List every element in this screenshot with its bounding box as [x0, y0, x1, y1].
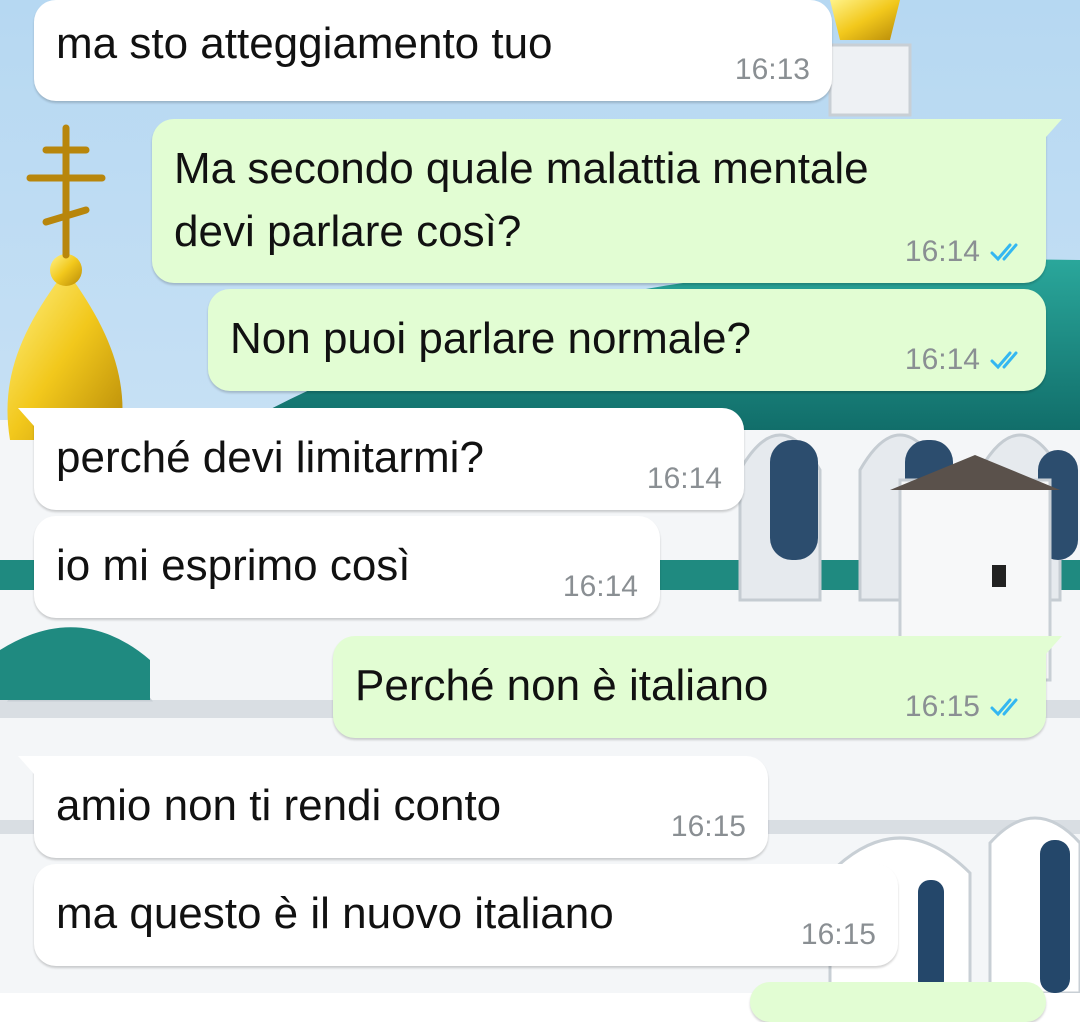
- message-incoming[interactable]: perché devi limitarmi? 16:14: [18, 408, 744, 510]
- message-time: 16:14: [904, 235, 980, 268]
- chat-thread[interactable]: ma sto atteggiamento tuo 16:13 Ma second…: [0, 0, 1080, 1022]
- double-check-icon: [990, 698, 1018, 717]
- message-time: 16:15: [670, 810, 746, 843]
- message-incoming[interactable]: io mi esprimo così 16:14: [34, 516, 660, 618]
- message-meta: 16:14: [647, 462, 722, 496]
- message-outgoing[interactable]: Non puoi parlare normale? 16:14: [208, 289, 1046, 391]
- message-incoming[interactable]: ma sto atteggiamento tuo 16:13: [34, 0, 832, 101]
- message-meta: 16:15: [905, 690, 1024, 724]
- message-time: 16:15: [800, 918, 876, 951]
- message-outgoing-partial[interactable]: [750, 982, 1046, 1022]
- message-text: Ma secondo quale malattia mentale devi p…: [174, 144, 869, 256]
- message-meta: 16:15: [801, 918, 876, 952]
- message-text: ma questo è il nuovo italiano: [56, 889, 614, 938]
- message-text: ma sto atteggiamento tuo: [56, 19, 553, 68]
- message-time: 16:14: [646, 462, 722, 495]
- message-meta: 16:14: [563, 570, 638, 604]
- message-meta: 16:15: [671, 810, 746, 844]
- double-check-icon: [990, 351, 1018, 370]
- message-time: 16:14: [562, 570, 638, 603]
- message-text: io mi esprimo così: [56, 541, 411, 590]
- message-incoming[interactable]: ma questo è il nuovo italiano 16:15: [34, 864, 898, 966]
- message-text: Non puoi parlare normale?: [230, 314, 751, 363]
- message-text: perché devi limitarmi?: [56, 433, 484, 482]
- message-text: Perché non è italiano: [355, 661, 769, 710]
- message-text: amio non ti rendi conto: [56, 781, 502, 830]
- double-check-icon: [990, 243, 1018, 262]
- message-meta: 16:14: [905, 235, 1024, 269]
- message-time: 16:13: [734, 53, 810, 86]
- message-time: 16:14: [904, 343, 980, 376]
- message-meta: 16:13: [735, 53, 810, 87]
- message-outgoing[interactable]: Perché non è italiano 16:15: [333, 636, 1062, 738]
- message-outgoing[interactable]: Ma secondo quale malattia mentale devi p…: [152, 119, 1062, 283]
- message-time: 16:15: [904, 690, 980, 723]
- message-incoming[interactable]: amio non ti rendi conto 16:15: [18, 756, 768, 858]
- message-meta: 16:14: [905, 343, 1024, 377]
